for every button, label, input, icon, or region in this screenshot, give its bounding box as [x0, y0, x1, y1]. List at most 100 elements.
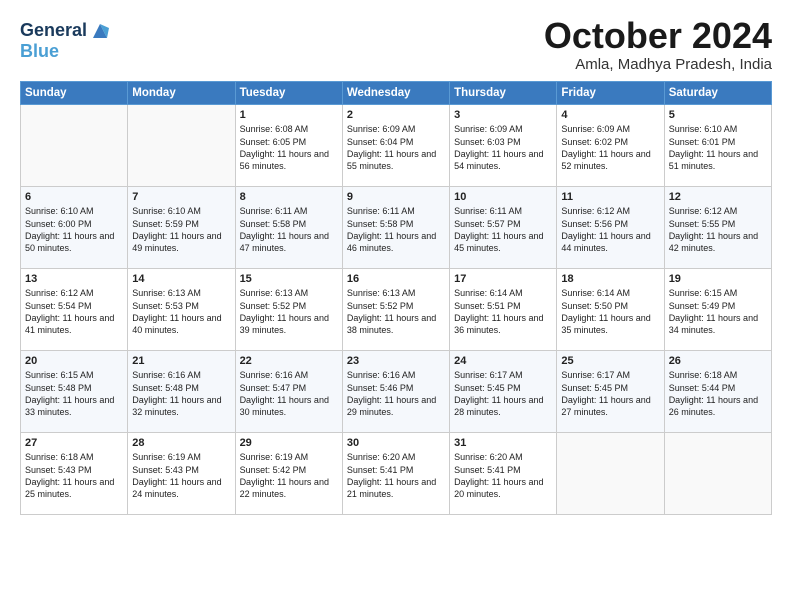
calendar-cell: [21, 104, 128, 186]
day-info: Daylight: 11 hours and 24 minutes.: [132, 476, 230, 500]
location: Amla, Madhya Pradesh, India: [544, 56, 772, 73]
day-info: Sunrise: 6:10 AM: [25, 205, 123, 217]
day-info: Daylight: 11 hours and 34 minutes.: [669, 312, 767, 336]
day-info: Daylight: 11 hours and 36 minutes.: [454, 312, 552, 336]
day-number: 10: [454, 190, 552, 205]
day-info: Sunrise: 6:09 AM: [347, 123, 445, 135]
calendar-cell: 13Sunrise: 6:12 AMSunset: 5:54 PMDayligh…: [21, 268, 128, 350]
calendar-cell: 5Sunrise: 6:10 AMSunset: 6:01 PMDaylight…: [664, 104, 771, 186]
day-number: 22: [240, 354, 338, 369]
day-info: Sunset: 5:43 PM: [25, 464, 123, 476]
calendar-cell: 17Sunrise: 6:14 AMSunset: 5:51 PMDayligh…: [450, 268, 557, 350]
calendar-cell: 14Sunrise: 6:13 AMSunset: 5:53 PMDayligh…: [128, 268, 235, 350]
calendar-week-row: 6Sunrise: 6:10 AMSunset: 6:00 PMDaylight…: [21, 186, 772, 268]
calendar-cell: 9Sunrise: 6:11 AMSunset: 5:58 PMDaylight…: [342, 186, 449, 268]
logo-text2: Blue: [20, 42, 111, 62]
day-number: 5: [669, 108, 767, 123]
day-number: 8: [240, 190, 338, 205]
calendar-cell: 28Sunrise: 6:19 AMSunset: 5:43 PMDayligh…: [128, 432, 235, 514]
day-info: Sunset: 5:57 PM: [454, 218, 552, 230]
day-info: Daylight: 11 hours and 54 minutes.: [454, 148, 552, 172]
calendar-cell: 2Sunrise: 6:09 AMSunset: 6:04 PMDaylight…: [342, 104, 449, 186]
day-info: Sunrise: 6:10 AM: [132, 205, 230, 217]
calendar-week-row: 13Sunrise: 6:12 AMSunset: 5:54 PMDayligh…: [21, 268, 772, 350]
day-info: Sunset: 5:49 PM: [669, 300, 767, 312]
calendar-week-row: 27Sunrise: 6:18 AMSunset: 5:43 PMDayligh…: [21, 432, 772, 514]
day-info: Sunrise: 6:11 AM: [347, 205, 445, 217]
day-number: 21: [132, 354, 230, 369]
day-info: Sunrise: 6:15 AM: [669, 287, 767, 299]
day-number: 23: [347, 354, 445, 369]
day-info: Sunrise: 6:12 AM: [561, 205, 659, 217]
day-info: Daylight: 11 hours and 32 minutes.: [132, 394, 230, 418]
day-info: Daylight: 11 hours and 51 minutes.: [669, 148, 767, 172]
day-number: 2: [347, 108, 445, 123]
day-info: Sunset: 5:45 PM: [454, 382, 552, 394]
day-number: 16: [347, 272, 445, 287]
calendar-cell: 20Sunrise: 6:15 AMSunset: 5:48 PMDayligh…: [21, 350, 128, 432]
header: General Blue October 2024 Amla, Madhya P…: [20, 16, 772, 73]
day-number: 18: [561, 272, 659, 287]
day-number: 11: [561, 190, 659, 205]
day-info: Daylight: 11 hours and 30 minutes.: [240, 394, 338, 418]
calendar-week-row: 20Sunrise: 6:15 AMSunset: 5:48 PMDayligh…: [21, 350, 772, 432]
day-number: 1: [240, 108, 338, 123]
day-info: Daylight: 11 hours and 20 minutes.: [454, 476, 552, 500]
day-info: Daylight: 11 hours and 47 minutes.: [240, 230, 338, 254]
day-info: Sunrise: 6:13 AM: [347, 287, 445, 299]
day-number: 15: [240, 272, 338, 287]
day-info: Sunrise: 6:12 AM: [25, 287, 123, 299]
day-info: Sunrise: 6:20 AM: [454, 451, 552, 463]
day-info: Daylight: 11 hours and 29 minutes.: [347, 394, 445, 418]
day-info: Sunset: 5:55 PM: [669, 218, 767, 230]
day-info: Sunrise: 6:18 AM: [669, 369, 767, 381]
day-info: Sunset: 6:04 PM: [347, 136, 445, 148]
day-info: Sunrise: 6:09 AM: [454, 123, 552, 135]
day-info: Daylight: 11 hours and 22 minutes.: [240, 476, 338, 500]
weekday-header: Sunday: [21, 81, 128, 104]
logo-icon: [89, 20, 111, 42]
day-info: Sunrise: 6:17 AM: [561, 369, 659, 381]
calendar-cell: 29Sunrise: 6:19 AMSunset: 5:42 PMDayligh…: [235, 432, 342, 514]
day-info: Sunrise: 6:14 AM: [561, 287, 659, 299]
day-number: 17: [454, 272, 552, 287]
weekday-header: Wednesday: [342, 81, 449, 104]
day-number: 19: [669, 272, 767, 287]
weekday-header: Tuesday: [235, 81, 342, 104]
calendar-cell: 4Sunrise: 6:09 AMSunset: 6:02 PMDaylight…: [557, 104, 664, 186]
calendar-cell: 21Sunrise: 6:16 AMSunset: 5:48 PMDayligh…: [128, 350, 235, 432]
day-info: Daylight: 11 hours and 26 minutes.: [669, 394, 767, 418]
day-number: 29: [240, 436, 338, 451]
day-number: 30: [347, 436, 445, 451]
day-info: Sunrise: 6:16 AM: [132, 369, 230, 381]
day-info: Sunrise: 6:20 AM: [347, 451, 445, 463]
day-info: Sunset: 5:48 PM: [132, 382, 230, 394]
day-number: 25: [561, 354, 659, 369]
day-info: Daylight: 11 hours and 33 minutes.: [25, 394, 123, 418]
calendar-cell: 31Sunrise: 6:20 AMSunset: 5:41 PMDayligh…: [450, 432, 557, 514]
weekday-header: Thursday: [450, 81, 557, 104]
calendar-cell: 6Sunrise: 6:10 AMSunset: 6:00 PMDaylight…: [21, 186, 128, 268]
calendar-cell: [664, 432, 771, 514]
day-info: Sunset: 5:48 PM: [25, 382, 123, 394]
day-info: Sunrise: 6:19 AM: [132, 451, 230, 463]
day-info: Sunrise: 6:15 AM: [25, 369, 123, 381]
day-number: 24: [454, 354, 552, 369]
day-info: Sunrise: 6:16 AM: [347, 369, 445, 381]
calendar-cell: 12Sunrise: 6:12 AMSunset: 5:55 PMDayligh…: [664, 186, 771, 268]
day-info: Sunset: 5:50 PM: [561, 300, 659, 312]
day-number: 14: [132, 272, 230, 287]
day-info: Sunset: 5:44 PM: [669, 382, 767, 394]
page: General Blue October 2024 Amla, Madhya P…: [0, 0, 792, 612]
calendar-cell: 18Sunrise: 6:14 AMSunset: 5:50 PMDayligh…: [557, 268, 664, 350]
title-block: October 2024 Amla, Madhya Pradesh, India: [544, 16, 772, 73]
day-info: Daylight: 11 hours and 52 minutes.: [561, 148, 659, 172]
day-number: 4: [561, 108, 659, 123]
day-info: Sunrise: 6:10 AM: [669, 123, 767, 135]
day-info: Sunrise: 6:09 AM: [561, 123, 659, 135]
weekday-header: Saturday: [664, 81, 771, 104]
day-info: Daylight: 11 hours and 27 minutes.: [561, 394, 659, 418]
day-info: Daylight: 11 hours and 46 minutes.: [347, 230, 445, 254]
day-info: Daylight: 11 hours and 55 minutes.: [347, 148, 445, 172]
day-number: 3: [454, 108, 552, 123]
